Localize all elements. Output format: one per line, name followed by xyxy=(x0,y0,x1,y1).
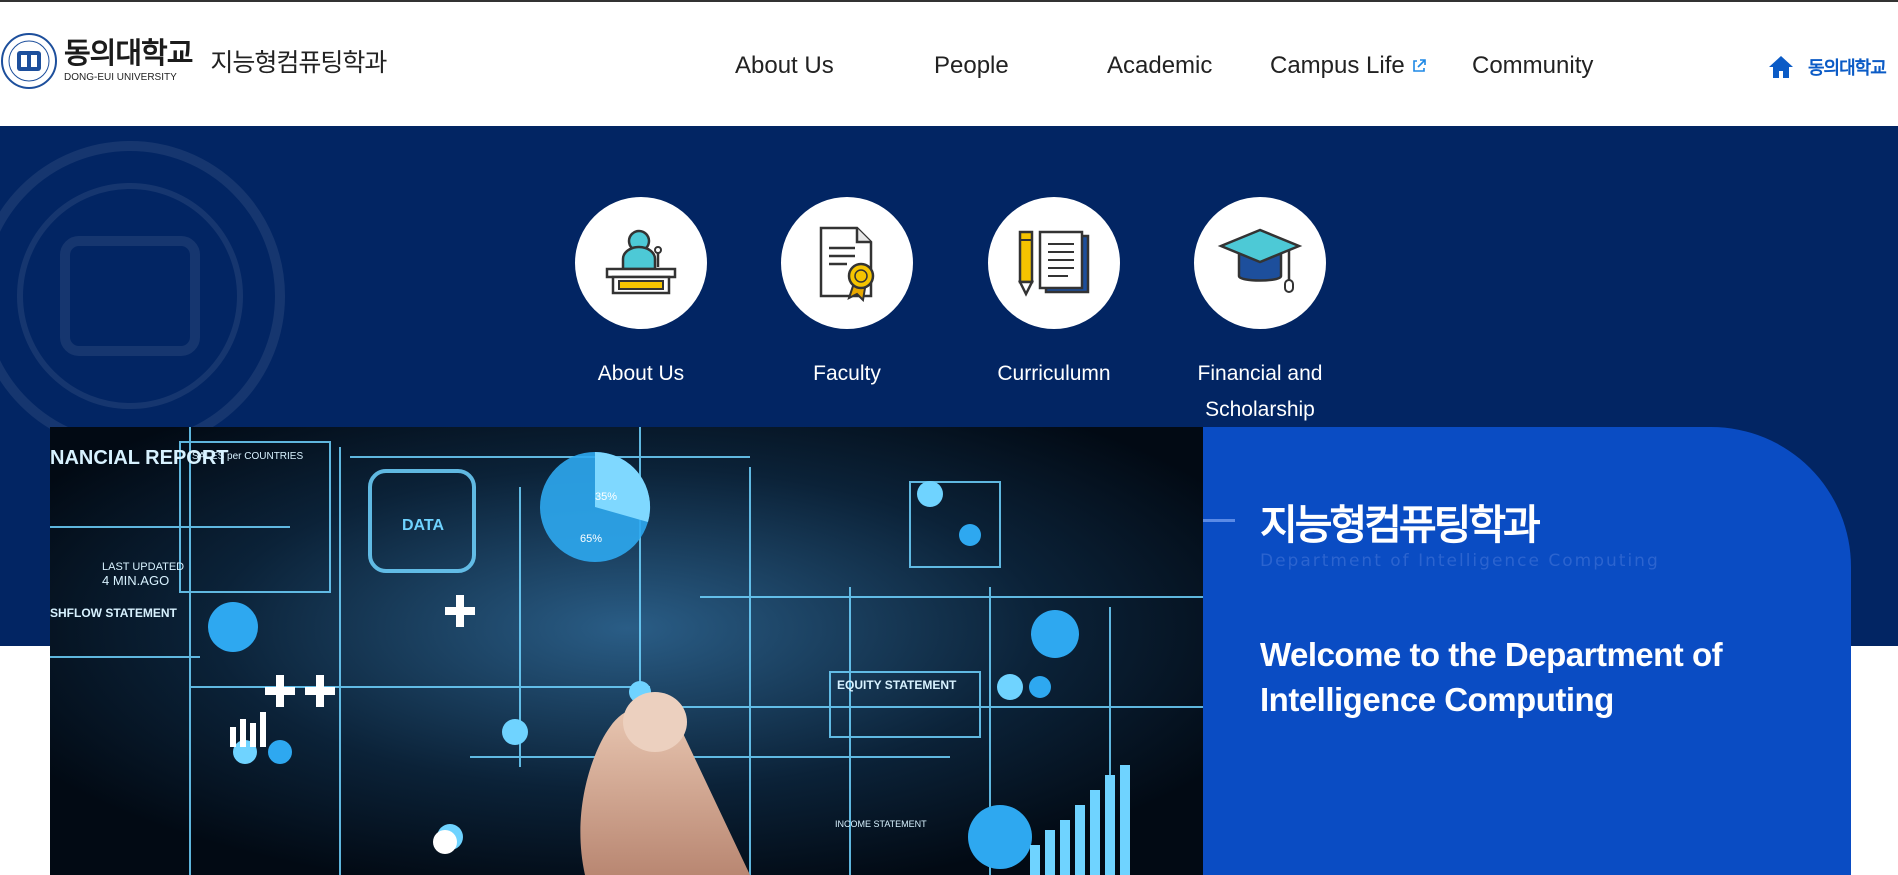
hero-sales-label: SALES per COUNTRIES xyxy=(192,451,303,462)
main-nav: About Us People Academic Campus Life Com… xyxy=(0,2,1898,126)
quick-link-faculty[interactable]: Faculty xyxy=(781,197,913,392)
nav-community[interactable]: Community xyxy=(1472,52,1593,80)
home-icon xyxy=(1769,56,1793,78)
quick-link-financial-scholarship[interactable]: Financial and Scholarship xyxy=(1194,197,1326,428)
hero-income: INCOME STATEMENT xyxy=(835,819,927,829)
lecture-podium-icon xyxy=(605,229,677,295)
quick-link-label: Curriculumn xyxy=(997,362,1111,385)
external-link-icon xyxy=(1412,59,1426,72)
home-link[interactable]: 동의대학교 xyxy=(1768,54,1887,80)
site-header: 동의대학교 DONG-EUI UNIVERSITY 지능형컴퓨팅학과 About… xyxy=(0,2,1898,126)
nav-label: Community xyxy=(1472,52,1594,79)
quick-link-label: Faculty xyxy=(813,362,881,385)
hero-image: NANCIAL REPORT SALES per COUNTRIES DATA … xyxy=(50,427,1204,875)
quick-link-circle xyxy=(988,197,1120,329)
hero-equity: EQUITY STATEMENT xyxy=(837,678,957,692)
nav-label: Academic xyxy=(1107,52,1213,79)
hero-pie-a: 35% xyxy=(595,491,617,503)
certificate-icon xyxy=(819,226,875,302)
hero-data-label: DATA xyxy=(402,517,445,534)
quick-link-about-us[interactable]: About Us xyxy=(575,197,707,392)
home-link-label: 동의대학교 xyxy=(1808,58,1887,79)
nav-people[interactable]: People xyxy=(934,52,1009,80)
nav-academic[interactable]: Academic xyxy=(1107,52,1212,80)
quick-link-label: Financial and Scholarship xyxy=(1197,362,1323,421)
title-accent-line xyxy=(1203,519,1235,522)
hero-ago: 4 MIN.AGO xyxy=(102,573,169,588)
hero-last-updated: LAST UPDATED xyxy=(102,561,184,573)
data-dashboard-illustration: NANCIAL REPORT SALES per COUNTRIES DATA … xyxy=(50,427,1204,875)
panel-title-ko: 지능형컴퓨팅학과 xyxy=(1260,501,1541,549)
nav-campus-life[interactable]: Campus Life xyxy=(1270,52,1427,80)
nav-about-us[interactable]: About Us xyxy=(735,52,834,80)
hero-welcome-panel: 지능형컴퓨팅학과 Department of Intelligence Comp… xyxy=(1203,427,1851,875)
nav-label: People xyxy=(934,52,1009,79)
panel-title-en: Department of Intelligence Computing xyxy=(1260,551,1660,571)
welcome-message: Welcome to the Department of Intelligenc… xyxy=(1260,636,1723,718)
quick-link-curriculum[interactable]: Curriculumn xyxy=(988,197,1120,392)
notebook-pencil-icon xyxy=(1017,230,1090,297)
nav-label: About Us xyxy=(735,52,834,79)
quick-link-circle xyxy=(575,197,707,329)
nav-label: Campus Life xyxy=(1270,52,1405,79)
quick-link-label: About Us xyxy=(597,362,685,385)
quick-link-circle xyxy=(781,197,913,329)
emblem-watermark-icon xyxy=(0,141,285,451)
quick-link-circle xyxy=(1194,197,1326,329)
graduation-cap-icon xyxy=(1217,228,1303,293)
hero-pie-b: 65% xyxy=(580,533,602,545)
hero-cashflow: SHFLOW STATEMENT xyxy=(50,606,178,620)
